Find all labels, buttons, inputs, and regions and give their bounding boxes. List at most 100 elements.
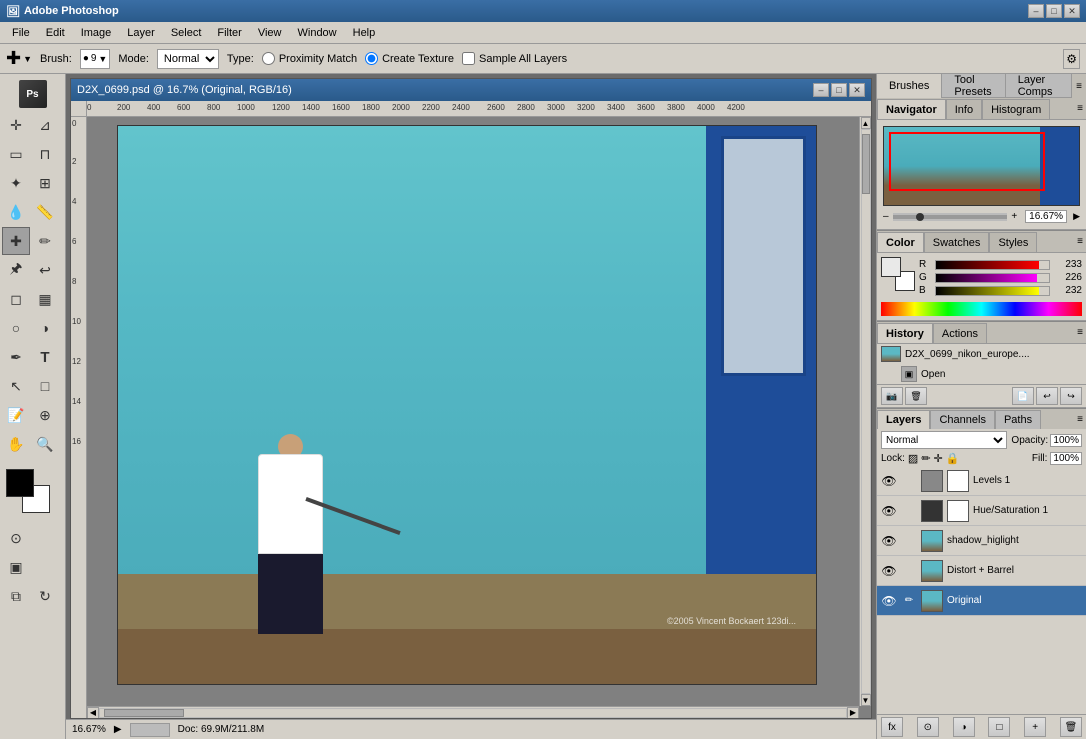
3d-tool[interactable]: ⊕ xyxy=(31,401,59,429)
notes-tool[interactable]: 📝 xyxy=(2,401,30,429)
maximize-button[interactable]: □ xyxy=(1046,4,1062,18)
zoom-slider[interactable] xyxy=(893,213,1008,221)
lock-transparency-icon[interactable]: ▨ xyxy=(908,452,918,465)
zoom-slider-thumb[interactable] xyxy=(916,213,924,221)
ruler-tool[interactable]: 📏 xyxy=(31,198,59,226)
tab-histogram[interactable]: Histogram xyxy=(982,99,1050,119)
tab-tool-presets[interactable]: Tool Presets xyxy=(942,74,1005,98)
brush-size-control[interactable]: ● 9 ▼ xyxy=(80,49,111,69)
channel-b-bar[interactable] xyxy=(935,286,1050,296)
tab-channels[interactable]: Channels xyxy=(930,410,994,429)
layer-distort-barrel[interactable]: 👁 Distort + Barrel xyxy=(877,556,1086,586)
arrange-btn[interactable]: ⧉ xyxy=(2,582,30,610)
blur-tool[interactable]: ○ xyxy=(2,314,30,342)
brush-tool[interactable]: ✏ xyxy=(31,227,59,255)
hand-tool[interactable]: ✋ xyxy=(2,430,30,458)
history-delete-state[interactable]: 🗑 xyxy=(905,387,927,405)
canvas-container[interactable]: ©2005 Vincent Bockaert 123di... ◀ ▶ ▲ xyxy=(87,117,871,718)
document-controls[interactable]: – □ ✕ xyxy=(813,83,865,97)
tab-layers[interactable]: Layers xyxy=(877,410,930,429)
tab-styles[interactable]: Styles xyxy=(989,232,1037,252)
menu-view[interactable]: View xyxy=(250,25,290,41)
layer-mask-btn[interactable]: ⊙ xyxy=(917,717,939,737)
proximity-match-radio[interactable]: Proximity Match xyxy=(262,52,357,65)
screen-mode-btn[interactable]: ▣ xyxy=(2,553,30,581)
blend-mode-select[interactable]: Normal xyxy=(881,431,1007,449)
tab-history[interactable]: History xyxy=(877,323,933,343)
tab-actions[interactable]: Actions xyxy=(933,323,987,343)
brush-dropdown-arrow[interactable]: ▼ xyxy=(98,54,107,64)
layer-group-btn[interactable]: □ xyxy=(988,717,1010,737)
color-spectrum[interactable] xyxy=(881,302,1082,316)
quick-mask-btn[interactable]: ⊙ xyxy=(2,524,30,552)
panel-menu-btn[interactable]: ≡ xyxy=(1072,81,1086,92)
dodge-tool[interactable]: ◑ xyxy=(31,314,59,342)
doc-maximize-btn[interactable]: □ xyxy=(831,83,847,97)
mode-select[interactable]: Normal xyxy=(157,49,219,69)
layer-original[interactable]: 👁 ✏ Original xyxy=(877,586,1086,616)
menu-select[interactable]: Select xyxy=(163,25,210,41)
tab-color[interactable]: Color xyxy=(877,232,924,252)
shape-tool[interactable]: □ xyxy=(31,372,59,400)
zoom-tool-extra[interactable]: ⊿ xyxy=(31,111,59,139)
scroll-track-v[interactable] xyxy=(861,129,871,694)
scroll-track-h[interactable] xyxy=(99,708,847,718)
vertical-scrollbar[interactable]: ▲ ▼ xyxy=(859,117,871,706)
lock-all-icon[interactable]: 🔒 xyxy=(946,452,960,465)
nav-viewport-rect[interactable] xyxy=(889,132,1045,191)
zoom-tool[interactable]: 🔍 xyxy=(31,430,59,458)
navigator-menu[interactable]: ≡ xyxy=(1074,103,1086,114)
create-texture-radio[interactable]: Create Texture xyxy=(365,52,454,65)
doc-close-btn[interactable]: ✕ xyxy=(849,83,865,97)
path-selection-tool[interactable]: ↖ xyxy=(2,372,30,400)
text-tool[interactable]: T xyxy=(31,343,59,371)
tab-navigator[interactable]: Navigator xyxy=(877,99,946,119)
status-arrow[interactable]: ▶ xyxy=(114,724,122,735)
pen-tool[interactable]: ✒ xyxy=(2,343,30,371)
fg-swatch[interactable] xyxy=(881,257,901,277)
history-file-item[interactable]: D2X_0699_nikon_europe.... xyxy=(877,344,1086,364)
tab-swatches[interactable]: Swatches xyxy=(924,232,990,252)
history-brush-tool[interactable]: ↩ xyxy=(31,256,59,284)
clone-stamp-tool[interactable]: 🖈 xyxy=(2,256,30,284)
scroll-thumb-v[interactable] xyxy=(862,134,870,194)
tab-brushes[interactable]: Brushes xyxy=(877,74,942,98)
photo-canvas[interactable]: ©2005 Vincent Bockaert 123di... xyxy=(117,125,817,685)
layer-new-btn[interactable]: + xyxy=(1024,717,1046,737)
history-redo[interactable]: ↪ xyxy=(1060,387,1082,405)
scroll-right-btn[interactable]: ▶ xyxy=(847,707,859,719)
close-button[interactable]: ✕ xyxy=(1064,4,1080,18)
scroll-thumb-h[interactable] xyxy=(104,709,184,717)
menu-help[interactable]: Help xyxy=(345,25,384,41)
rotate-btn[interactable]: ↻ xyxy=(31,582,59,610)
layer-levels-1[interactable]: 👁 Levels 1 xyxy=(877,466,1086,496)
healing-brush-icon[interactable]: ✚ xyxy=(6,48,21,69)
sample-all-layers-checkbox[interactable]: Sample All Layers xyxy=(462,52,567,65)
tool-options-arrow[interactable]: ▼ xyxy=(23,54,32,64)
layer-fx-btn[interactable]: fx xyxy=(881,717,903,737)
history-open-item[interactable]: ▣ Open xyxy=(877,364,1086,384)
fg-bg-swatch[interactable] xyxy=(881,257,915,291)
tab-paths[interactable]: Paths xyxy=(995,410,1041,429)
lock-move-icon[interactable]: ✛ xyxy=(934,452,943,465)
scroll-down-btn[interactable]: ▼ xyxy=(861,694,871,706)
layer-adjustment-btn[interactable]: ◑ xyxy=(953,717,975,737)
fill-value[interactable]: 100% xyxy=(1050,452,1082,465)
scroll-left-btn[interactable]: ◀ xyxy=(87,707,99,719)
layer-shadow-highlight[interactable]: 👁 shadow_higlight xyxy=(877,526,1086,556)
eye-shadow-highlight[interactable]: 👁 xyxy=(881,534,897,548)
channel-r-bar[interactable] xyxy=(935,260,1050,270)
opacity-value[interactable]: 100% xyxy=(1050,434,1082,447)
menu-window[interactable]: Window xyxy=(290,25,345,41)
quick-selection-tool[interactable]: ✦ xyxy=(2,169,30,197)
move-tool[interactable]: ✛ xyxy=(2,111,30,139)
lasso-tool[interactable]: ⊓ xyxy=(31,140,59,168)
history-undo[interactable]: ↩ xyxy=(1036,387,1058,405)
history-menu[interactable]: ≡ xyxy=(1074,327,1086,338)
eye-hue-sat-1[interactable]: 👁 xyxy=(881,504,897,518)
eraser-tool[interactable]: ◻ xyxy=(2,285,30,313)
healing-brush-tool[interactable]: ✚ xyxy=(2,227,30,255)
channel-g-bar[interactable] xyxy=(935,273,1050,283)
menu-edit[interactable]: Edit xyxy=(38,25,73,41)
gradient-tool[interactable]: ▦ xyxy=(31,285,59,313)
